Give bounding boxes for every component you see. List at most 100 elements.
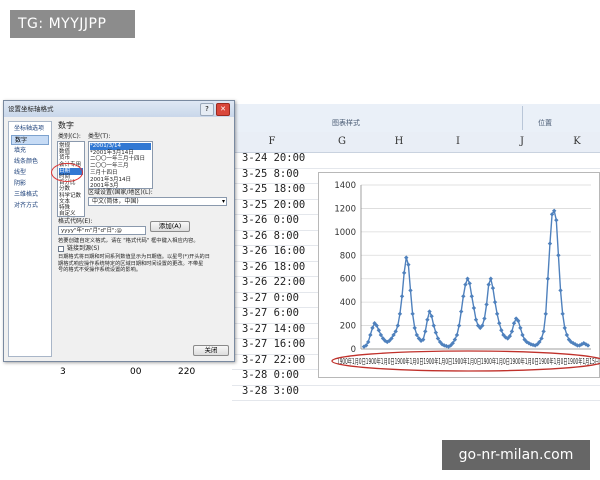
format-code-label: 格式代码(E): bbox=[58, 218, 93, 225]
column-header-G[interactable]: G bbox=[312, 132, 373, 153]
nav-item-alignment[interactable]: 对齐方式 bbox=[11, 201, 49, 211]
hint-text: 若要创建自定义格式，请在 "格式代码" 框中键入相应内容。 bbox=[58, 238, 199, 244]
ribbon-strip: 图表样式 位置 bbox=[232, 104, 600, 133]
table-row: 3 00 220 bbox=[0, 362, 232, 380]
nav-item-number[interactable]: 数字 bbox=[11, 135, 49, 145]
cell-value[interactable]: 3-27 14:00 bbox=[242, 323, 305, 335]
cell-value[interactable]: 3-26 8:00 bbox=[242, 230, 299, 242]
close-button[interactable]: 关闭 bbox=[193, 345, 229, 356]
data-point bbox=[456, 323, 462, 328]
y-tick-label: 1200 bbox=[334, 204, 356, 214]
data-point bbox=[399, 294, 405, 299]
nav-item-line-color[interactable]: 线条颜色 bbox=[11, 157, 49, 167]
column-header-K[interactable]: K bbox=[554, 132, 600, 153]
type-label: 类型(T): bbox=[88, 133, 111, 140]
data-point bbox=[482, 316, 487, 321]
data-point bbox=[410, 311, 415, 317]
format-code-value: yyyy"年"m"月"d"日";@ bbox=[61, 228, 122, 234]
format-axis-dialog[interactable]: 设置坐标轴格式 ? ✕ 坐标轴选项 数字 填充 线条颜色 线型 阴影 三维格式 … bbox=[3, 100, 235, 362]
x-axis-label: 1900年1月0日1900年1月0日1900年1月0日1900年1月0日1900… bbox=[337, 356, 599, 366]
cell-value[interactable]: 220 bbox=[178, 367, 195, 377]
cell-value[interactable]: 3 bbox=[60, 367, 66, 377]
data-point bbox=[397, 311, 403, 317]
format-code-input[interactable]: yyyy"年"m"月"d"日";@ bbox=[58, 226, 146, 235]
cell-value[interactable]: 3-28 3:00 bbox=[242, 385, 299, 397]
help-icon[interactable]: ? bbox=[200, 103, 214, 116]
data-point bbox=[431, 323, 436, 328]
chevron-down-icon: ▾ bbox=[221, 198, 225, 205]
data-point bbox=[423, 329, 428, 334]
data-point bbox=[429, 314, 434, 319]
nav-item-line-style[interactable]: 线型 bbox=[11, 168, 49, 178]
close-icon[interactable]: ✕ bbox=[216, 103, 230, 116]
data-point bbox=[395, 323, 401, 328]
nav-item-fill[interactable]: 填充 bbox=[11, 146, 49, 156]
table-row: 3-28 3:00 bbox=[232, 385, 600, 401]
column-header-I[interactable]: I bbox=[426, 132, 491, 153]
data-point bbox=[490, 285, 496, 291]
description-line: 号的格式不受操作系统设置的影响。 bbox=[58, 267, 142, 273]
line-chart[interactable]: 0 200 400 600 800 1000 1200 1400 1900年1月0日1900年1… bbox=[318, 172, 600, 378]
cell-value[interactable]: 3-25 18:00 bbox=[242, 183, 305, 195]
data-point bbox=[547, 241, 553, 246]
data-point bbox=[471, 305, 477, 311]
nav-item-shadow[interactable]: 阴影 bbox=[11, 179, 49, 189]
data-point bbox=[560, 311, 565, 317]
cell-value[interactable]: 3-27 0:00 bbox=[242, 292, 299, 304]
nav-item-axis-options[interactable]: 坐标轴选项 bbox=[11, 124, 49, 134]
column-header-H[interactable]: H bbox=[372, 132, 427, 153]
cell-value[interactable]: 3-25 20:00 bbox=[242, 199, 305, 211]
category-item[interactable]: 自定义 bbox=[59, 211, 83, 216]
locale-select[interactable]: 中文(简体，中国) ▾ bbox=[88, 197, 227, 206]
cell-value[interactable]: 3-26 22:00 bbox=[242, 276, 305, 288]
data-point bbox=[492, 299, 498, 305]
ribbon-group-chart-styles: 图表样式 bbox=[332, 119, 360, 127]
type-list[interactable]: *2001/3/14 *2001年3月14日 二〇〇一年三月十四日 二〇〇一年三月 三月… bbox=[88, 141, 153, 189]
data-point bbox=[376, 328, 381, 333]
data-point bbox=[564, 332, 570, 338]
data-point bbox=[370, 325, 375, 331]
data-point bbox=[509, 329, 515, 334]
data-point bbox=[463, 282, 468, 287]
y-tick-label: 400 bbox=[340, 298, 356, 308]
cell-value[interactable]: 3-28 0:00 bbox=[242, 369, 299, 381]
watermark: go-nr-milan.com bbox=[442, 440, 590, 470]
data-point bbox=[406, 262, 411, 267]
nav-item-3d-format[interactable]: 三维格式 bbox=[11, 190, 49, 200]
data-point bbox=[408, 288, 413, 293]
data-point bbox=[467, 281, 472, 286]
cell-value[interactable]: 3-27 6:00 bbox=[242, 307, 299, 319]
table-row: 3-24 20:00 bbox=[232, 152, 600, 169]
y-tick-label: 600 bbox=[340, 275, 356, 285]
section-title: 数字 bbox=[58, 121, 74, 130]
data-point bbox=[412, 325, 417, 331]
column-header-J[interactable]: J bbox=[490, 132, 555, 153]
cell-value[interactable]: 3-27 16:00 bbox=[242, 338, 305, 350]
data-point bbox=[368, 332, 373, 338]
source-tag: TG: MYYJJPP bbox=[10, 10, 135, 38]
data-point bbox=[554, 217, 559, 223]
data-point bbox=[486, 282, 491, 287]
data-point bbox=[433, 330, 439, 335]
cell-value[interactable]: 3-26 18:00 bbox=[242, 261, 305, 273]
data-point bbox=[401, 270, 407, 276]
data-point bbox=[459, 309, 464, 314]
chart-svg: 0 200 400 600 800 1000 1200 1400 1900年1月0日1900年1… bbox=[331, 181, 600, 372]
link-source-label: 链接到源(S) bbox=[67, 245, 100, 252]
data-point bbox=[473, 317, 479, 322]
cell-value[interactable]: 3-24 20:00 bbox=[242, 152, 305, 164]
cell-value[interactable]: 3-25 8:00 bbox=[242, 168, 299, 180]
data-point bbox=[488, 276, 493, 281]
cell-value[interactable]: 3-27 22:00 bbox=[242, 354, 305, 366]
category-label: 类别(C): bbox=[58, 133, 81, 140]
column-header-F[interactable]: F bbox=[232, 132, 313, 153]
cell-value[interactable]: 00 bbox=[130, 367, 141, 377]
y-tick-label: 1000 bbox=[334, 228, 356, 238]
data-point bbox=[454, 332, 460, 338]
y-tick-label: 800 bbox=[340, 251, 356, 261]
cell-value[interactable]: 3-26 0:00 bbox=[242, 214, 299, 226]
cell-value[interactable]: 3-26 16:00 bbox=[242, 245, 305, 257]
add-button[interactable]: 添加(A) bbox=[150, 221, 190, 232]
highlight-circle bbox=[51, 163, 83, 182]
link-source-checkbox[interactable] bbox=[58, 246, 64, 252]
